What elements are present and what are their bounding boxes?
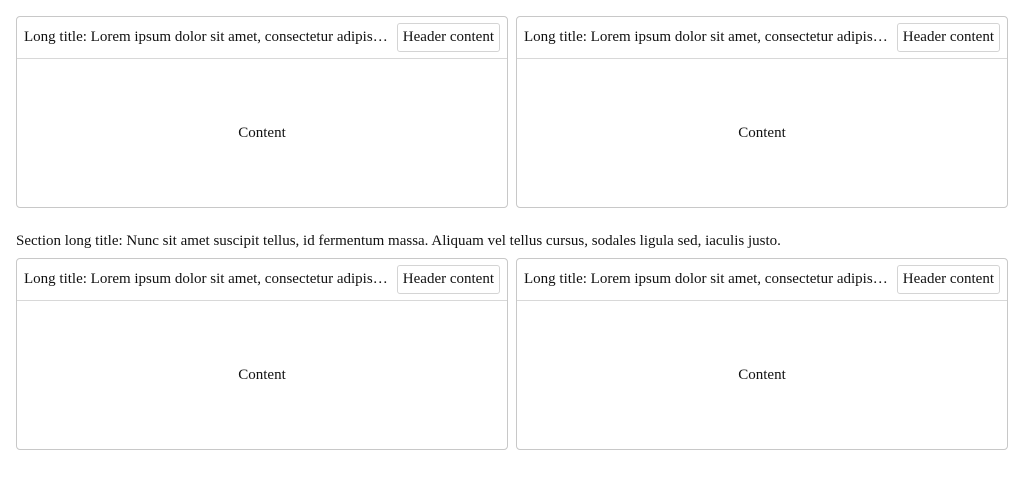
- card-title: Long title: Lorem ipsum dolor sit amet, …: [24, 271, 389, 287]
- header-content-button[interactable]: Header content: [396, 23, 500, 52]
- header-content-button[interactable]: Header content: [896, 23, 1000, 52]
- card-header: Long title: Lorem ipsum dolor sit amet, …: [517, 259, 1007, 301]
- card-title: Long title: Lorem ipsum dolor sit amet, …: [524, 271, 889, 287]
- card-row-top: Long title: Lorem ipsum dolor sit amet, …: [16, 16, 1008, 208]
- card: Long title: Lorem ipsum dolor sit amet, …: [516, 258, 1008, 450]
- card-header: Long title: Lorem ipsum dolor sit amet, …: [17, 259, 507, 301]
- card-body: Content: [517, 301, 1007, 449]
- header-content-button[interactable]: Header content: [896, 265, 1000, 294]
- card-header: Long title: Lorem ipsum dolor sit amet, …: [517, 17, 1007, 59]
- card-body: Content: [517, 59, 1007, 207]
- section-title: Section long title: Nunc sit amet suscip…: [16, 233, 781, 249]
- card: Long title: Lorem ipsum dolor sit amet, …: [16, 258, 508, 450]
- card-row-bottom: Long title: Lorem ipsum dolor sit amet, …: [16, 258, 1008, 450]
- card-content: Content: [238, 124, 286, 141]
- card-content: Content: [738, 124, 786, 141]
- card-body: Content: [17, 301, 507, 449]
- card-title: Long title: Lorem ipsum dolor sit amet, …: [524, 29, 889, 45]
- card: Long title: Lorem ipsum dolor sit amet, …: [516, 16, 1008, 208]
- card-content: Content: [238, 366, 286, 383]
- page: Long title: Lorem ipsum dolor sit amet, …: [0, 0, 1024, 482]
- header-content-button[interactable]: Header content: [396, 265, 500, 294]
- card-body: Content: [17, 59, 507, 207]
- card-content: Content: [738, 366, 786, 383]
- card-title: Long title: Lorem ipsum dolor sit amet, …: [24, 29, 389, 45]
- card-header: Long title: Lorem ipsum dolor sit amet, …: [17, 17, 507, 59]
- card: Long title: Lorem ipsum dolor sit amet, …: [16, 16, 508, 208]
